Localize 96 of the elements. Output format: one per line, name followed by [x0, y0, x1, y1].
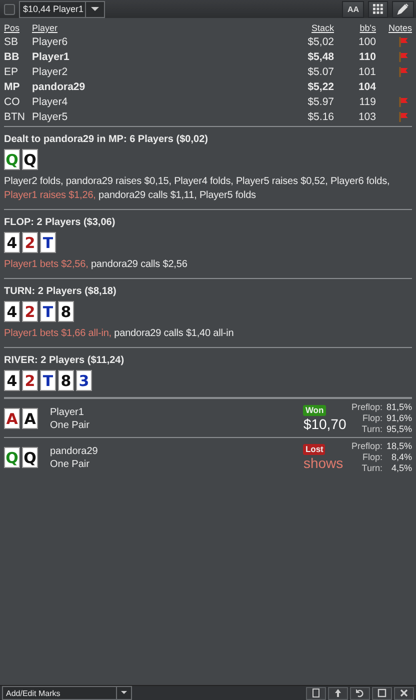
column-header[interactable]: Notes: [376, 23, 412, 33]
equity-value: 81,5%: [386, 402, 412, 413]
playing-card: 4: [4, 301, 20, 322]
grid-button[interactable]: [368, 0, 388, 18]
column-header[interactable]: bb's: [334, 23, 376, 33]
playing-card: 3: [76, 370, 92, 391]
player-name: pandora29: [50, 444, 99, 458]
action-text: pandora29 calls $1,11, Player5 folds: [98, 190, 256, 201]
playing-card: Q: [22, 447, 38, 468]
action-text: Player1 bets $1,66 all-in,: [4, 328, 112, 339]
table-cell-text: $5,02: [306, 36, 334, 48]
street-title: FLOP: 2 Players ($3,06): [4, 217, 116, 228]
table-cell-text: pandora29: [32, 80, 86, 92]
hand-rank: One Pair: [50, 458, 90, 470]
street-title: RIVER: 2 Players ($11,24): [4, 355, 126, 366]
playing-card: Q: [4, 447, 20, 468]
grid-icon: [373, 4, 383, 14]
action-text: Player1 bets $2,56,: [4, 259, 88, 270]
table-cell-text: Player1: [32, 50, 70, 62]
clipboard-button[interactable]: [306, 686, 326, 700]
equity-value: 8,4%: [390, 452, 412, 463]
column-header[interactable]: Pos: [4, 23, 32, 33]
table-cell-text: 119: [358, 96, 376, 108]
equity-label: Turn:: [360, 424, 382, 435]
playing-card: A: [22, 408, 38, 429]
close-button[interactable]: [394, 686, 414, 700]
up-arrow-button[interactable]: [328, 686, 348, 700]
edit-button[interactable]: [392, 0, 414, 18]
undo-button[interactable]: [350, 686, 370, 700]
table-cell-text: CO: [4, 96, 21, 108]
playing-card: T: [40, 370, 56, 391]
result-badge: Won: [303, 404, 326, 416]
playing-card: 4: [4, 232, 20, 253]
equity-label: Flop:: [361, 413, 382, 424]
table-cell-text: 101: [357, 66, 376, 78]
table-cell-text: Player6: [32, 36, 69, 48]
equity-value: 18,5%: [386, 441, 412, 452]
result-amount: shows: [303, 454, 344, 472]
hand-dropdown[interactable]: $10,44 Player1: [19, 0, 105, 18]
playing-card: 4: [4, 370, 20, 391]
table-cell-text: Player4: [32, 96, 69, 108]
table-cell-text: MP: [4, 80, 21, 92]
street-title: TURN: 2 Players ($8,18): [4, 286, 118, 297]
playing-card: T: [40, 301, 56, 322]
result-amount: $10,70: [303, 416, 346, 432]
action-text: pandora29 calls $1,40 all-in: [114, 328, 234, 339]
playing-card: 2: [22, 370, 38, 391]
marks-dropdown[interactable]: Add/Edit Marks: [2, 686, 132, 700]
equity-label: Preflop:: [351, 402, 382, 413]
table-cell-text: 103: [357, 110, 376, 122]
table-cell-text: BTN: [4, 110, 26, 122]
square-icon: [377, 688, 387, 698]
up-arrow-icon: [333, 688, 343, 698]
table-cell-text: $5,48: [306, 50, 334, 62]
checkbox[interactable]: [4, 4, 15, 14]
table-cell-text: Player2: [32, 66, 69, 78]
equity-label: Turn:: [360, 463, 382, 474]
table-cell-text: BB: [4, 50, 20, 62]
result-badge: Lost: [303, 444, 326, 454]
table-cell-text: $5.97: [306, 96, 334, 108]
action-text: pandora29 calls $2,56: [90, 259, 188, 270]
table-cell-text: 110: [358, 50, 376, 62]
equity-value: 91,6%: [386, 413, 412, 424]
hand-rank: One Pair: [50, 418, 90, 432]
street-title: Dealt to pandora29 in MP: 6 Players ($0,02): [4, 134, 209, 145]
action-text: Player2 folds, pandora29 raises $0,15, Player4 folds, Player5 raises $0,52, Player6 folds,: [4, 176, 390, 187]
equity-label: Preflop:: [351, 441, 382, 452]
playing-card: T: [40, 232, 56, 253]
playing-card: 8: [58, 301, 74, 322]
clipboard-icon: [311, 688, 321, 698]
table-cell-text: EP: [4, 66, 20, 78]
equity-value: 4,5%: [390, 463, 412, 474]
undo-icon: [355, 688, 365, 698]
action-text: Player1 raises $1,26,: [4, 190, 96, 201]
close-icon: [399, 688, 409, 698]
table-cell-text: $5,22: [306, 80, 334, 92]
playing-card: 8: [58, 370, 74, 391]
column-header[interactable]: Player: [32, 23, 284, 33]
table-cell-text: SB: [4, 36, 20, 48]
player-name: Player1: [50, 406, 85, 418]
table-cell-text: 104: [357, 80, 376, 92]
square-button[interactable]: [372, 686, 392, 700]
playing-card: 2: [22, 232, 38, 253]
playing-card: 2: [22, 301, 38, 322]
playing-card: Q: [4, 149, 20, 170]
column-header[interactable]: Stack: [284, 23, 334, 33]
font-size-button[interactable]: AA: [342, 0, 364, 18]
pencil-icon: [397, 3, 409, 15]
equity-value: 95,5%: [386, 424, 412, 435]
table-cell-text: Player5: [32, 110, 69, 122]
playing-card: Q: [22, 149, 38, 170]
playing-card: A: [4, 408, 20, 429]
table-cell-text: $5.07: [306, 66, 334, 78]
table-cell-text: $5.16: [306, 110, 334, 122]
table-cell-text: 100: [357, 36, 376, 48]
equity-label: Flop:: [361, 452, 382, 463]
